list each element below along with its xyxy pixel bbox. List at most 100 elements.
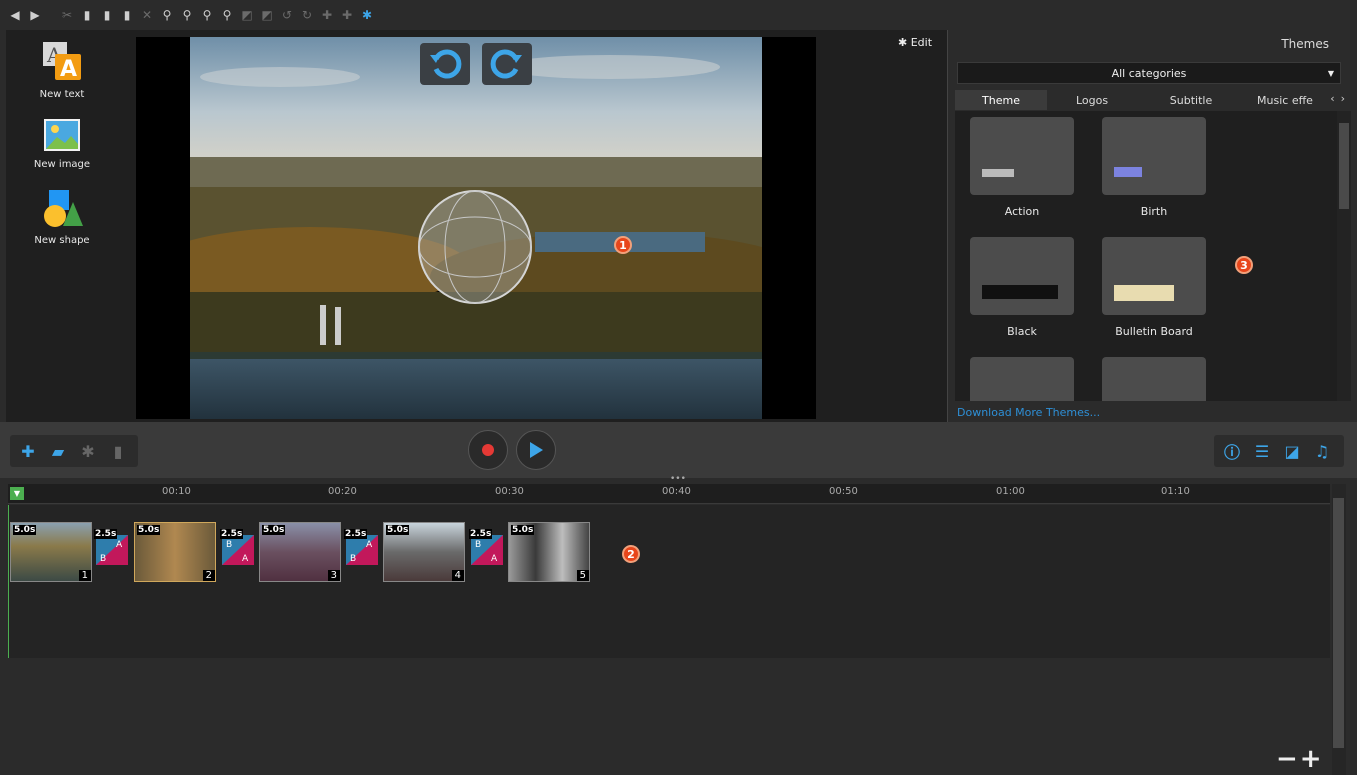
svg-text:B: B bbox=[226, 540, 232, 550]
ruler-tick: 01:00 bbox=[996, 486, 1025, 497]
add-icon[interactable]: ✚ bbox=[18, 441, 38, 461]
playhead-line[interactable] bbox=[8, 505, 9, 658]
music-icon[interactable]: ♫ bbox=[1312, 441, 1332, 461]
split-icon[interactable]: ◩ bbox=[260, 8, 274, 22]
theme-thumbnail bbox=[970, 117, 1074, 195]
clip-number: 5 bbox=[576, 570, 589, 581]
timeline-clip[interactable]: 5.0s 3 bbox=[259, 522, 341, 582]
duplicate-icon[interactable]: ▮ bbox=[120, 8, 134, 22]
tab-scroll-buttons[interactable]: ‹› bbox=[1330, 92, 1351, 105]
zoom-in-icon[interactable]: + bbox=[1300, 744, 1324, 774]
theme-thumbnail bbox=[970, 357, 1074, 401]
timeline-scrollbar[interactable] bbox=[1332, 484, 1346, 775]
svg-text:B: B bbox=[475, 540, 481, 550]
svg-text:A: A bbox=[491, 554, 498, 564]
scrollbar-thumb[interactable] bbox=[1333, 498, 1344, 748]
theme-name: Black bbox=[1007, 325, 1037, 338]
category-select[interactable]: All categories ▼ bbox=[957, 62, 1341, 84]
tab-music-effects[interactable]: Music effe bbox=[1245, 90, 1325, 110]
tab-theme[interactable]: Theme bbox=[955, 90, 1047, 110]
theme-card-bulletin-board[interactable]: Bulletin Board bbox=[1102, 237, 1206, 338]
add-media-icon[interactable]: ▰ bbox=[48, 441, 68, 461]
zoom-in-alt-icon[interactable]: ⚲ bbox=[180, 8, 194, 22]
clip-duration: 5.0s bbox=[262, 525, 286, 535]
paste-icon[interactable]: ▮ bbox=[100, 8, 114, 22]
transition-duration: 2.5s bbox=[220, 529, 244, 539]
rotate-left-icon[interactable]: ↺ bbox=[280, 8, 294, 22]
rotate-right-button[interactable] bbox=[482, 43, 532, 85]
themes-scrollbar[interactable] bbox=[1337, 111, 1351, 401]
timeline-empty-area bbox=[8, 658, 1330, 775]
tab-logos[interactable]: Logos bbox=[1047, 90, 1137, 110]
crop-icon[interactable]: ◩ bbox=[240, 8, 254, 22]
zoom-in-icon[interactable]: ⚲ bbox=[160, 8, 174, 22]
view-toggle-group: ⓘ ☰ ◪ ♫ bbox=[1214, 435, 1344, 467]
rotate-left-button[interactable] bbox=[420, 43, 470, 85]
timeline-transition[interactable]: AB 2.5s bbox=[94, 529, 128, 565]
theme-card-action[interactable]: Action bbox=[970, 117, 1074, 218]
clip-duration: 5.0s bbox=[13, 525, 37, 535]
edit-button[interactable]: ✱ Edit bbox=[898, 36, 932, 49]
theme-card-black[interactable]: Black bbox=[970, 237, 1074, 338]
theme-card-birth[interactable]: Birth bbox=[1102, 117, 1206, 218]
record-button[interactable] bbox=[468, 430, 508, 470]
adjust-icon[interactable]: ☰ bbox=[1252, 441, 1272, 461]
trash-icon[interactable]: ▮ bbox=[108, 441, 128, 461]
edit-label: Edit bbox=[910, 36, 933, 49]
theme-card-5[interactable] bbox=[970, 357, 1074, 401]
timeline-transition[interactable]: AB 2.5s bbox=[344, 529, 378, 565]
timeline-transition[interactable]: BA 2.5s bbox=[469, 529, 503, 565]
download-more-themes-link[interactable]: Download More Themes... bbox=[957, 406, 1100, 419]
new-text-tool[interactable]: A A New text bbox=[12, 40, 112, 100]
themes-title: Themes bbox=[1281, 37, 1329, 51]
timeline-ruler[interactable]: ▼ 00:10 00:20 00:30 00:40 00:50 01:00 01… bbox=[8, 484, 1330, 504]
timeline-clip[interactable]: 5.0s 1 bbox=[10, 522, 92, 582]
timeline-clip[interactable]: 5.0s 2 bbox=[134, 522, 216, 582]
ruler-tick: 00:30 bbox=[495, 486, 524, 497]
zoom-fit-icon[interactable]: ⚲ bbox=[220, 8, 234, 22]
move-left-icon[interactable]: ✚ bbox=[320, 8, 334, 22]
new-shape-tool[interactable]: New shape bbox=[12, 188, 112, 246]
timeline-zoom-controls[interactable]: −+ bbox=[1276, 744, 1324, 774]
clip-number: 2 bbox=[202, 570, 215, 581]
transition-duration: 2.5s bbox=[344, 529, 368, 539]
svg-text:A: A bbox=[116, 540, 123, 550]
timeline-transition[interactable]: BA 2.5s bbox=[220, 529, 254, 565]
rotate-right-icon[interactable]: ↻ bbox=[300, 8, 314, 22]
ruler-tick: 01:10 bbox=[1161, 486, 1190, 497]
info-icon[interactable]: ⓘ bbox=[1222, 441, 1242, 462]
transition-icon[interactable]: ◪ bbox=[1282, 441, 1302, 461]
theme-thumbnail bbox=[1102, 357, 1206, 401]
settings-icon[interactable]: ✱ bbox=[360, 8, 374, 22]
forward-icon[interactable]: ▶ bbox=[28, 8, 42, 22]
settings-icon[interactable]: ✱ bbox=[78, 441, 98, 461]
splitter-handle[interactable]: ••• bbox=[670, 474, 686, 484]
zoom-out-icon[interactable]: − bbox=[1276, 744, 1300, 774]
cut-icon[interactable]: ✂ bbox=[60, 8, 74, 22]
svg-text:A: A bbox=[60, 57, 77, 82]
delete-icon[interactable]: ✕ bbox=[140, 8, 154, 22]
record-icon bbox=[482, 444, 494, 456]
theme-card-6[interactable] bbox=[1102, 357, 1206, 401]
play-button[interactable] bbox=[516, 430, 556, 470]
copy-icon[interactable]: ▮ bbox=[80, 8, 94, 22]
gear-icon: ✱ bbox=[898, 36, 908, 49]
zoom-out-icon[interactable]: ⚲ bbox=[200, 8, 214, 22]
add-objects-panel: A A New text New image New shape bbox=[6, 30, 136, 422]
timeline-clip[interactable]: 5.0s 5 bbox=[508, 522, 590, 582]
move-right-icon[interactable]: ✚ bbox=[340, 8, 354, 22]
timeline-track[interactable]: 5.0s 1 AB 2.5s 5.0s 2 BA 2.5s 5.0s 3 AB … bbox=[8, 505, 1330, 658]
new-image-tool[interactable]: New image bbox=[12, 118, 112, 170]
tab-subtitle[interactable]: Subtitle bbox=[1137, 90, 1245, 110]
timeline-start-marker[interactable]: ▼ bbox=[10, 487, 24, 500]
transition-duration: 2.5s bbox=[469, 529, 493, 539]
back-icon[interactable]: ◀ bbox=[8, 8, 22, 22]
theme-thumbnail bbox=[1102, 237, 1206, 315]
preview-canvas[interactable]: 1 bbox=[136, 37, 816, 419]
shape-icon bbox=[44, 190, 83, 227]
timeline-clip[interactable]: 5.0s 4 bbox=[383, 522, 465, 582]
scrollbar-thumb[interactable] bbox=[1339, 123, 1349, 209]
clip-duration: 5.0s bbox=[137, 525, 161, 535]
ruler-tick: 00:40 bbox=[662, 486, 691, 497]
themes-grid: Action Birth Black Bulletin Board 3 bbox=[955, 111, 1351, 401]
